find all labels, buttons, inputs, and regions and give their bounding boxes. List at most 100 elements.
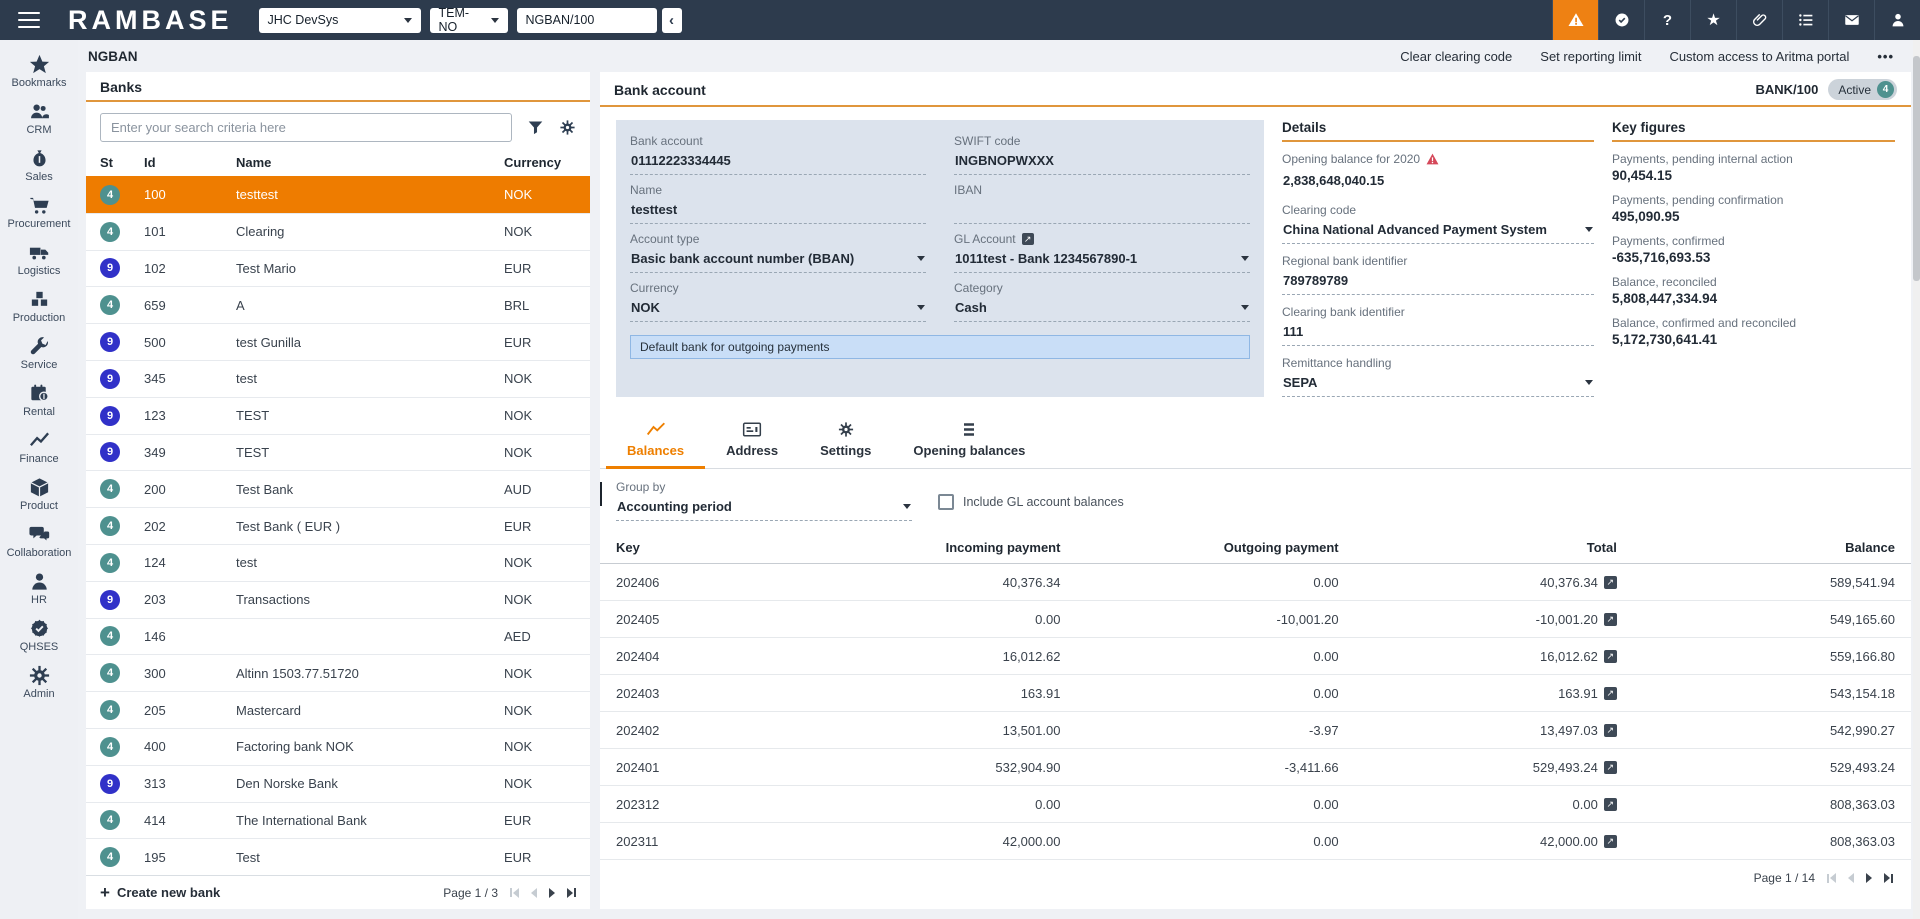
clear-clearing-code-action[interactable]: Clear clearing code — [1400, 49, 1512, 64]
sidebar-item-hr[interactable]: HR — [0, 565, 78, 612]
table-row[interactable]: 2024050.00-10,001.20-10,001.20549,165.60 — [600, 601, 1911, 638]
sidebar-item-rental[interactable]: Rental — [0, 377, 78, 424]
table-row[interactable]: 20240640,376.340.0040,376.34589,541.94 — [600, 564, 1911, 601]
regional-bank-identifier-input[interactable]: 789789789 — [1282, 271, 1594, 295]
sidebar-item-admin[interactable]: Admin — [0, 659, 78, 706]
list-icon[interactable] — [1782, 0, 1828, 40]
tab-address[interactable]: Address — [705, 412, 799, 468]
mail-icon[interactable] — [1828, 0, 1874, 40]
first-page-icon[interactable] — [1827, 873, 1836, 883]
table-row[interactable]: 9102Test MarioEUR — [86, 250, 590, 287]
gear-icon[interactable] — [559, 119, 576, 136]
first-page-icon[interactable] — [510, 888, 519, 898]
drilldown-icon[interactable] — [1604, 650, 1617, 663]
table-row[interactable]: 4202Test Bank ( EUR )EUR — [86, 507, 590, 544]
tab-opening-balances[interactable]: Opening balances — [892, 412, 1046, 468]
collapse-back-icon[interactable] — [662, 8, 682, 33]
sidebar-item-logistics[interactable]: Logistics — [0, 236, 78, 283]
table-row[interactable]: 2023120.000.000.00808,363.03 — [600, 786, 1911, 823]
user-icon[interactable] — [1874, 0, 1920, 40]
table-row[interactable]: 4195TestEUR — [86, 838, 590, 875]
iban-input[interactable] — [954, 200, 1250, 224]
drilldown-icon[interactable] — [1604, 761, 1617, 774]
include-gl-balances-checkbox[interactable]: Include GL account balances — [938, 494, 1124, 510]
sidebar-item-crm[interactable]: CRM — [0, 95, 78, 142]
drilldown-icon[interactable] — [1604, 687, 1617, 700]
gl-account-select[interactable]: 1011test - Bank 1234567890-1 — [954, 249, 1250, 273]
table-row[interactable]: 20231142,000.000.0042,000.00808,363.03 — [600, 823, 1911, 860]
name-input[interactable]: testtest — [630, 200, 926, 224]
tab-balances[interactable]: Balances — [606, 412, 705, 468]
key-figure: Payments, pending internal action 90,454… — [1612, 152, 1895, 183]
next-page-icon[interactable] — [1866, 873, 1872, 883]
prev-page-icon[interactable] — [1848, 873, 1854, 883]
sidebar-item-sales[interactable]: Sales — [0, 142, 78, 189]
company-select[interactable]: TEM-NO — [430, 8, 508, 33]
global-search-input[interactable] — [517, 8, 657, 33]
warning-icon[interactable] — [1552, 0, 1598, 40]
last-page-icon[interactable] — [567, 888, 576, 898]
table-row[interactable]: 9313Den Norske BankNOK — [86, 765, 590, 802]
hamburger-menu-icon[interactable] — [18, 12, 40, 28]
table-row[interactable]: 4124testNOK — [86, 544, 590, 581]
table-row[interactable]: 4414The International BankEUR — [86, 802, 590, 839]
table-row[interactable]: 9203TransactionsNOK — [86, 581, 590, 618]
sidebar-item-finance[interactable]: Finance — [0, 424, 78, 471]
sidebar-item-collaboration[interactable]: Collaboration — [0, 518, 78, 565]
drilldown-icon[interactable] — [1604, 576, 1617, 589]
create-new-bank-button[interactable]: Create new bank — [100, 885, 220, 900]
table-row[interactable]: 4100testtestNOK — [86, 176, 590, 213]
category-select[interactable]: Cash — [954, 298, 1250, 322]
table-row[interactable]: 4101ClearingNOK — [86, 213, 590, 250]
banks-search-input[interactable] — [100, 113, 512, 142]
table-row[interactable]: 9349TESTNOK — [86, 434, 590, 471]
sidebar-item-service[interactable]: Service — [0, 330, 78, 377]
group-by-select[interactable]: Accounting period — [616, 497, 912, 521]
account-type-select[interactable]: Basic bank account number (BBAN) — [630, 249, 926, 273]
drilldown-icon[interactable] — [1604, 798, 1617, 811]
clearing-bank-identifier-input[interactable]: 111 — [1282, 322, 1594, 346]
set-reporting-limit-action[interactable]: Set reporting limit — [1540, 49, 1641, 64]
drilldown-icon[interactable] — [1604, 613, 1617, 626]
prev-page-icon[interactable] — [531, 888, 537, 898]
tab-settings[interactable]: Settings — [799, 412, 892, 468]
table-row[interactable]: 4146AED — [86, 618, 590, 655]
table-row[interactable]: 4200Test BankAUD — [86, 470, 590, 507]
vertical-scrollbar[interactable] — [1913, 40, 1920, 919]
table-row[interactable]: 4205MastercardNOK — [86, 691, 590, 728]
remittance-handling-select[interactable]: SEPA — [1282, 373, 1594, 397]
table-row[interactable]: 4659ABRL — [86, 286, 590, 323]
custom-access-action[interactable]: Custom access to Aritma portal — [1669, 49, 1849, 64]
table-row[interactable]: 9345testNOK — [86, 360, 590, 397]
favorites-icon[interactable] — [1690, 0, 1736, 40]
swift-input[interactable]: INGBNOPWXXX — [954, 151, 1250, 175]
table-row[interactable]: 4300Altinn 1503.77.51720NOK — [86, 654, 590, 691]
table-row[interactable]: 4400Factoring bank NOKNOK — [86, 728, 590, 765]
last-page-icon[interactable] — [1884, 873, 1893, 883]
table-row[interactable]: 20240213,501.00-3.9713,497.03542,990.27 — [600, 712, 1911, 749]
table-row[interactable]: 9500test GunillaEUR — [86, 323, 590, 360]
more-actions-icon[interactable]: ••• — [1877, 49, 1894, 64]
table-row[interactable]: 202403163.910.00163.91543,154.18 — [600, 675, 1911, 712]
open-gl-account-icon[interactable] — [1022, 233, 1034, 245]
attachment-icon[interactable] — [1736, 0, 1782, 40]
scrollbar-thumb[interactable] — [1913, 56, 1920, 281]
sidebar-item-bookmarks[interactable]: Bookmarks — [0, 48, 78, 95]
verified-icon[interactable] — [1598, 0, 1644, 40]
sidebar-item-qhses[interactable]: QHSES — [0, 612, 78, 659]
table-row[interactable]: 9123TESTNOK — [86, 397, 590, 434]
filter-icon[interactable] — [527, 119, 544, 136]
environment-select[interactable]: JHC DevSys — [259, 8, 421, 33]
bank-account-number-input[interactable]: 01112223334445 — [630, 151, 926, 175]
drilldown-icon[interactable] — [1604, 835, 1617, 848]
next-page-icon[interactable] — [549, 888, 555, 898]
sidebar-item-production[interactable]: Production — [0, 283, 78, 330]
sidebar-item-product[interactable]: Product — [0, 471, 78, 518]
table-row[interactable]: 20240416,012.620.0016,012.62559,166.80 — [600, 638, 1911, 675]
table-row[interactable]: 202401532,904.90-3,411.66529,493.24529,4… — [600, 749, 1911, 786]
drilldown-icon[interactable] — [1604, 724, 1617, 737]
currency-select[interactable]: NOK — [630, 298, 926, 322]
help-icon[interactable] — [1644, 0, 1690, 40]
clearing-code-select[interactable]: China National Advanced Payment System — [1282, 220, 1594, 244]
sidebar-item-procurement[interactable]: Procurement — [0, 189, 78, 236]
